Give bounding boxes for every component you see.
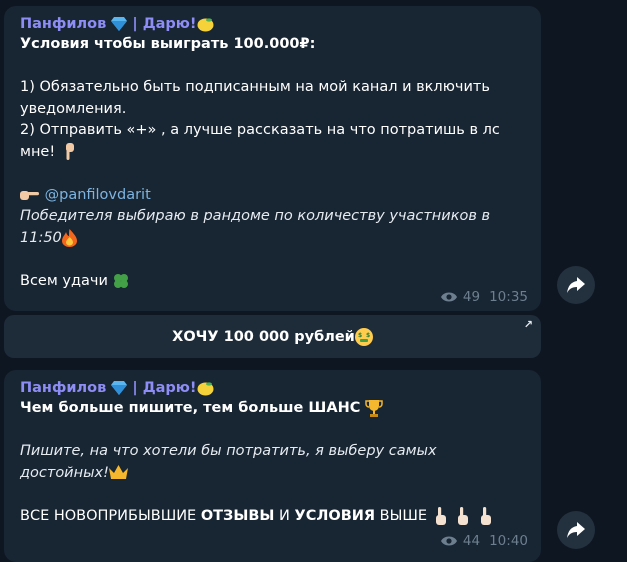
gem-icon	[111, 17, 128, 31]
crown-icon	[108, 465, 128, 479]
message-meta: 49 10:35	[440, 289, 528, 305]
sender-name: Панфилов	[20, 16, 107, 32]
share-button[interactable]	[557, 511, 595, 549]
winner-note-line-a: Победителя выбираю в рандоме по количест…	[20, 208, 491, 224]
invite-line-a: Пишите, на что хотели бы потратить, я вы…	[20, 443, 437, 459]
message-bubble-1: Панфилов | Дарю! Условия чтобы выиграть …	[4, 6, 541, 311]
message-sender[interactable]: Панфилов | Дарю!	[20, 378, 527, 398]
share-arrow-icon	[567, 277, 585, 293]
view-count: 49	[462, 289, 481, 305]
message-time: 10:35	[489, 289, 528, 305]
trophy-icon	[365, 400, 383, 417]
message-bubble-2: Панфилов | Дарю! Чем больше пишите, тем …	[4, 370, 541, 562]
hand-pointing-up-icon	[480, 506, 491, 525]
hand-pointing-up-icon	[458, 506, 469, 525]
condition-1-line-b: уведомления.	[20, 100, 127, 117]
channel-link-line: @panfilovdarit	[20, 185, 527, 207]
keyboard-button-label: ХОЧУ 100 000 рублей	[172, 328, 355, 345]
share-arrow-icon	[567, 522, 585, 538]
winner-note-line-b: 11:50	[20, 228, 527, 250]
sender-name: Панфилов	[20, 380, 107, 396]
money-mouth-face-icon: $ $	[354, 327, 373, 346]
message-time: 10:40	[489, 533, 528, 549]
eye-icon	[440, 292, 457, 302]
invite-line-b: достойных!	[20, 463, 527, 485]
message-title: Условия чтобы выиграть 100.000₽:	[20, 36, 316, 52]
sender-separator: | Дарю!	[132, 380, 197, 396]
svg-text:$: $	[366, 332, 370, 339]
message-headline: Чем больше пишите, тем больше ШАНС	[20, 398, 527, 420]
gem-icon	[111, 381, 128, 395]
condition-2-line-b: мне!	[20, 142, 527, 164]
view-count: 44	[462, 533, 481, 549]
inline-keyboard-button[interactable]: ХОЧУ 100 000 рублей $ $ ↗	[4, 315, 541, 358]
condition-1-line-a: 1) Обязательно быть подписанным на мой к…	[20, 79, 490, 95]
sender-separator: | Дарю!	[132, 16, 197, 32]
fire-icon	[61, 228, 77, 247]
hand-pointing-down-icon	[65, 142, 74, 160]
hand-pointing-right-icon	[20, 190, 39, 200]
arrow-up-right-icon: ↗	[523, 318, 533, 331]
message-meta: 44 10:40	[440, 533, 528, 549]
hand-pointing-up-icon	[435, 506, 446, 525]
condition-2-line-a: 2) Отправить «+» , а лучше рассказать на…	[20, 122, 500, 138]
svg-text:$: $	[358, 332, 362, 339]
announcement-line: ВСЕ НОВОПРИБЫВШИЕ ОТЗЫВЫ И УСЛОВИЯ ВЫШЕ	[20, 506, 527, 528]
four-leaf-clover-icon	[114, 273, 129, 288]
eye-icon	[440, 536, 457, 546]
lemon-icon	[197, 17, 214, 31]
channel-link[interactable]: @panfilovdarit	[45, 187, 151, 203]
message-sender[interactable]: Панфилов | Дарю!	[20, 14, 527, 34]
lemon-icon	[197, 381, 214, 395]
share-button[interactable]	[557, 266, 595, 304]
